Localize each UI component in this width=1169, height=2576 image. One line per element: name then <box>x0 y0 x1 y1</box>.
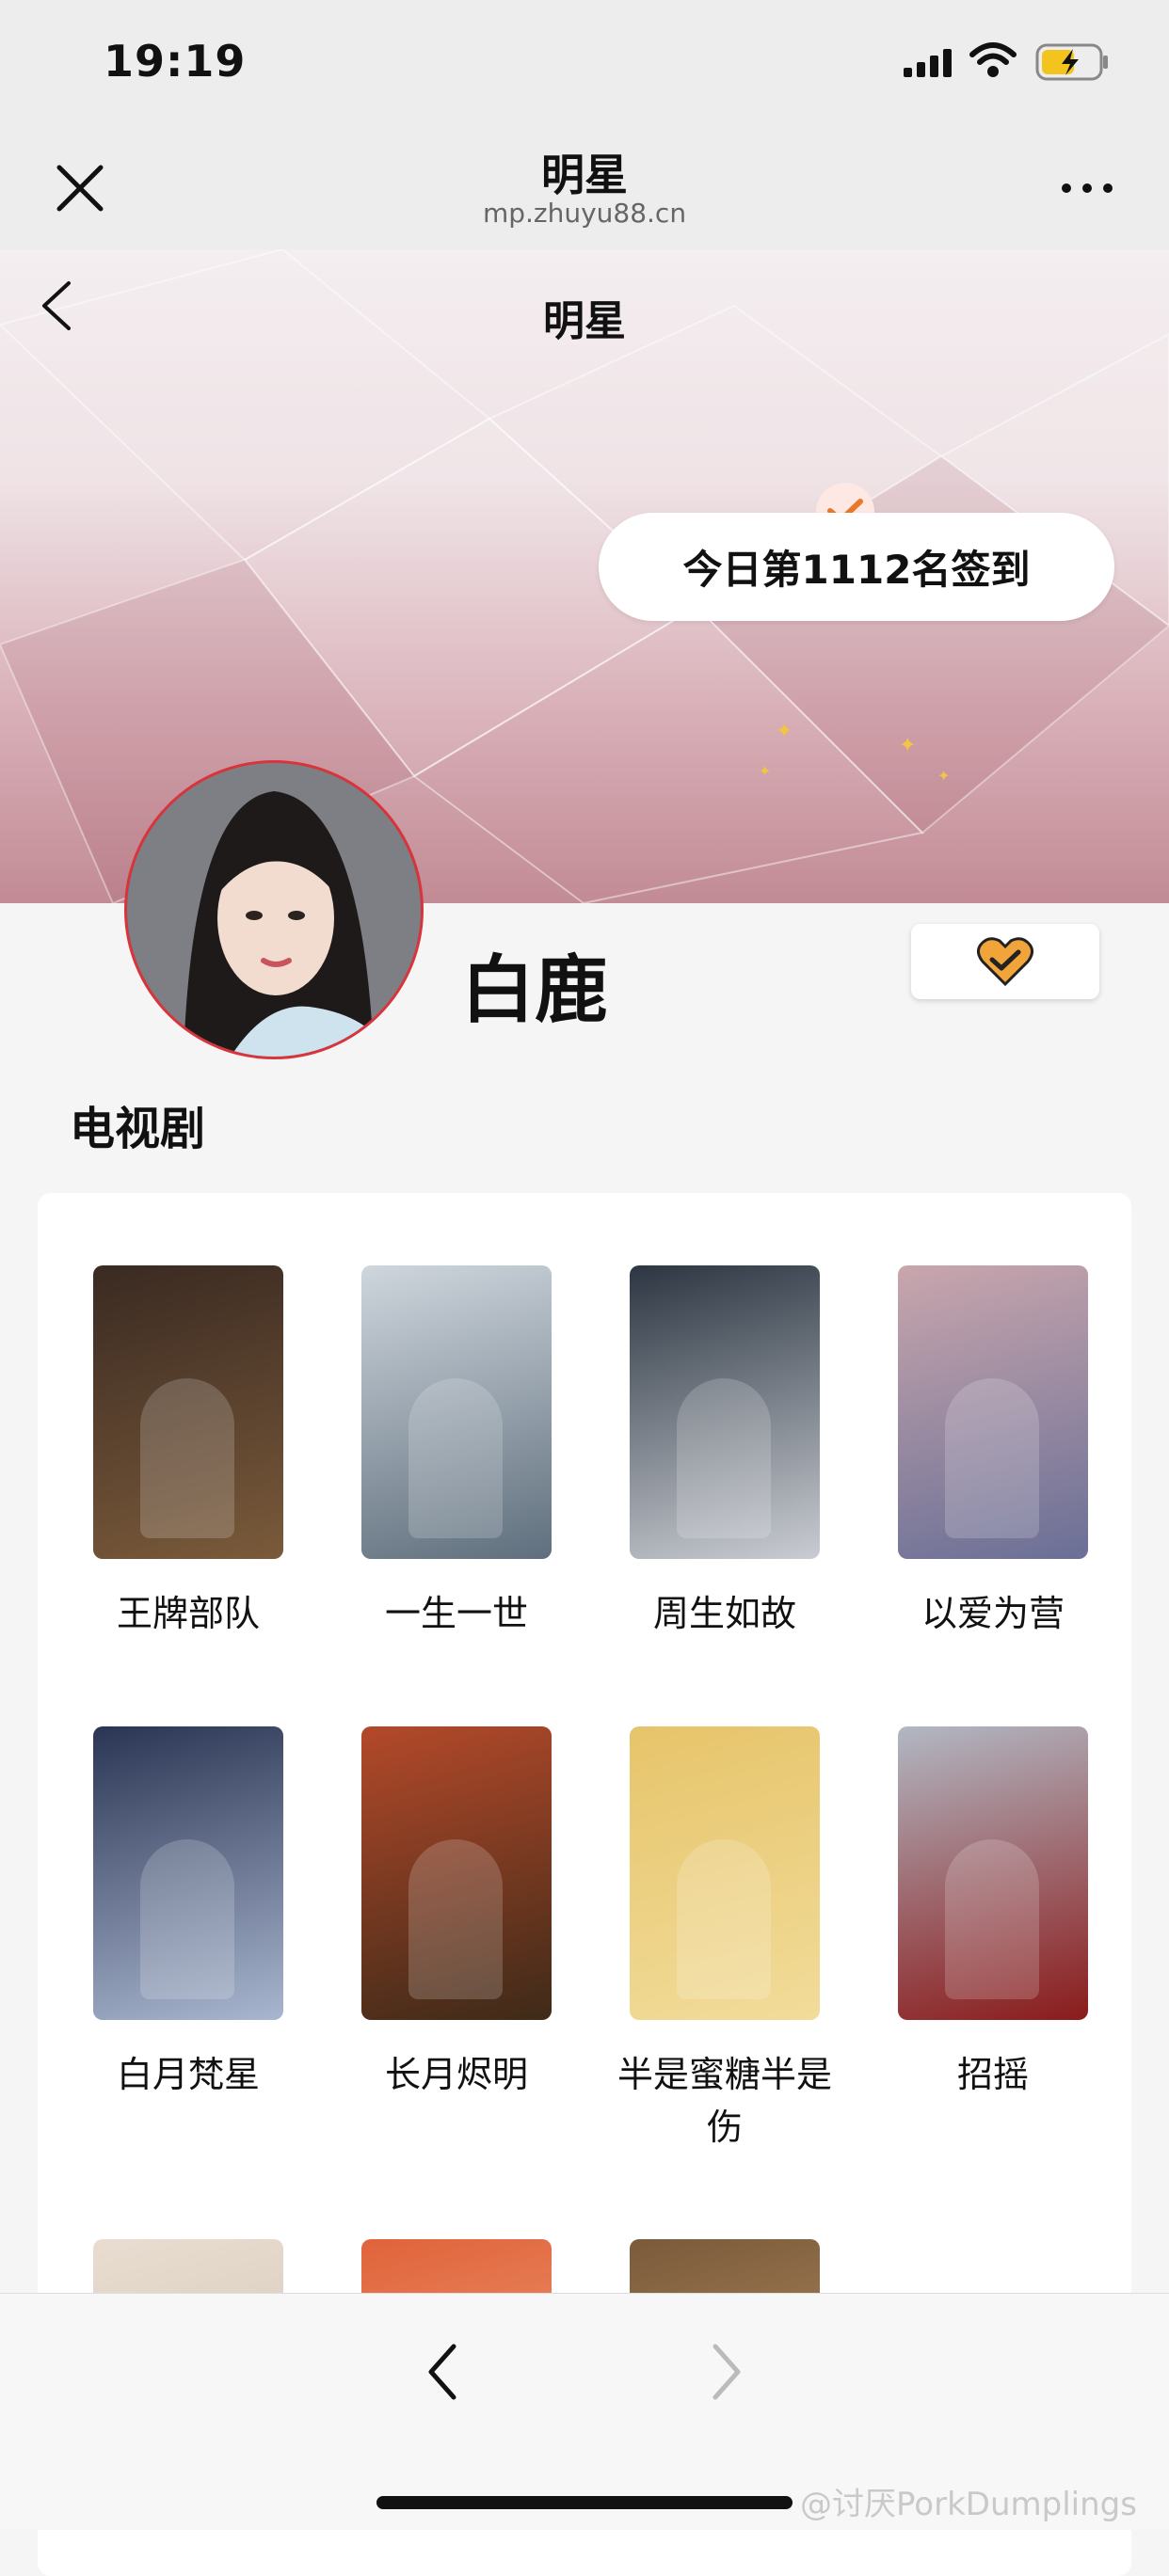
checkin-text: 今日第1112名签到 <box>682 547 1031 593</box>
drama-item[interactable]: 一生一世 <box>344 1265 569 1640</box>
nav-title: 明星 <box>541 150 628 200</box>
poster-figure <box>140 1839 234 1999</box>
drama-poster[interactable] <box>898 1265 1088 1559</box>
drama-title: 半是蜜糖半是伤 <box>617 2054 832 2148</box>
drama-poster[interactable] <box>361 1265 552 1559</box>
sparkle-icon: ✦ <box>899 734 917 757</box>
drama-item[interactable]: 王牌部队 <box>75 1265 301 1640</box>
sparkle-icon: ✦ <box>776 720 793 743</box>
star-name: 白鹿 <box>461 948 609 1033</box>
poster-figure <box>945 1839 1039 1999</box>
drama-title: 以爱为营 <box>921 1593 1065 1634</box>
drama-title: 白月梵星 <box>116 2054 260 2095</box>
avatar-portrait <box>127 763 421 1057</box>
heart-check-icon <box>976 937 1034 987</box>
checkin-button[interactable]: 今日第1112名签到 <box>599 513 1114 621</box>
drama-title: 王牌部队 <box>116 1593 260 1634</box>
page-title: 明星 <box>543 297 626 345</box>
cellular-signal-icon <box>904 49 952 77</box>
drama-title: 周生如故 <box>652 1593 796 1634</box>
poster-figure <box>408 1839 503 1999</box>
home-indicator[interactable] <box>376 2496 793 2509</box>
nav-url: mp.zhuyu88.cn <box>482 198 687 229</box>
battery-charging-icon <box>1035 43 1108 81</box>
drama-poster[interactable] <box>93 2239 283 2293</box>
status-time: 19:19 <box>104 36 247 87</box>
section-title: 电视剧 <box>70 1103 206 1155</box>
drama-poster[interactable] <box>630 1726 820 2020</box>
avatar <box>124 760 424 1059</box>
drama-item[interactable] <box>75 2239 301 2293</box>
drama-item[interactable]: 长月烬明 <box>344 1726 569 2101</box>
drama-poster[interactable] <box>361 1726 552 2020</box>
poster-figure <box>945 1378 1039 1538</box>
wifi-icon <box>969 42 1017 77</box>
drama-poster[interactable] <box>630 1265 820 1559</box>
drama-title: 一生一世 <box>384 1593 528 1634</box>
drama-poster[interactable] <box>361 2239 552 2293</box>
browser-nav-bar: 明星 mp.zhuyu88.cn <box>0 122 1169 249</box>
poster-figure <box>677 1839 771 1999</box>
drama-poster[interactable] <box>898 1726 1088 2020</box>
favorite-button[interactable] <box>911 924 1099 999</box>
drama-item[interactable]: 半是蜜糖半是伤 <box>612 1726 838 2154</box>
drama-title: 长月烬明 <box>384 2054 528 2095</box>
poster-figure <box>408 1378 503 1538</box>
drama-item[interactable] <box>344 2239 569 2293</box>
drama-item[interactable]: 以爱为营 <box>880 1265 1106 1640</box>
poster-figure <box>140 1378 234 1538</box>
drama-poster[interactable] <box>630 2239 820 2293</box>
drama-poster[interactable] <box>93 1265 283 1559</box>
more-options-icon[interactable] <box>1059 179 1115 198</box>
sparkle-icon: ✦ <box>759 762 772 780</box>
drama-item[interactable]: 周生如故 <box>612 1265 838 1640</box>
status-bar: 19:19 <box>0 0 1169 122</box>
drama-item[interactable] <box>612 2239 838 2293</box>
forward-arrow-icon[interactable] <box>708 2339 745 2405</box>
sparkle-icon: ✦ <box>937 767 951 785</box>
browser-bottom-bar: @讨厌PorkDumplings <box>0 2293 1169 2530</box>
drama-poster[interactable] <box>93 1726 283 2020</box>
watermark-text: @讨厌PorkDumplings <box>800 2486 1137 2523</box>
back-arrow-icon[interactable] <box>424 2339 461 2405</box>
drama-item[interactable]: 招摇 <box>880 1726 1106 2101</box>
drama-item[interactable]: 白月梵星 <box>75 1726 301 2101</box>
poster-figure <box>677 1378 771 1538</box>
drama-title: 招摇 <box>956 2054 1029 2095</box>
